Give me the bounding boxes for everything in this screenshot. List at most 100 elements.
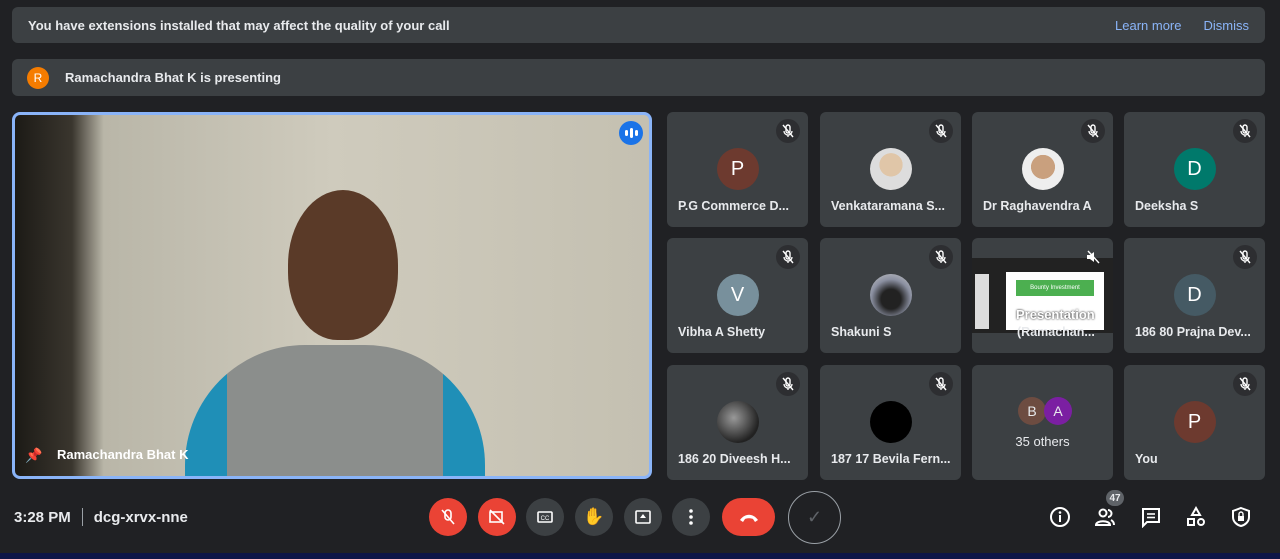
- volume-off-icon: [1087, 250, 1100, 264]
- presenter-video-figure: [185, 345, 485, 476]
- extensions-warning-banner: You have extensions installed that may a…: [12, 7, 1265, 43]
- participant-tile[interactable]: Shakuni S: [820, 238, 961, 353]
- muted-indicator: [929, 245, 953, 269]
- participant-name: Deeksha S: [1135, 199, 1199, 213]
- mic-off-icon: [935, 124, 947, 138]
- divider: [81, 508, 83, 526]
- camera-off-button[interactable]: [478, 498, 516, 536]
- mic-off-button[interactable]: [429, 498, 467, 536]
- bottom-toolbar: 3:28 PM dcg-xrvx-nne CC ✋ ✓ 47: [0, 490, 1280, 545]
- mic-off-icon: [782, 124, 794, 138]
- participant-tile[interactable]: D 186 80 Prajna Dev...: [1124, 238, 1265, 353]
- participant-tile[interactable]: Venkataramana S...: [820, 112, 961, 227]
- captions-icon: CC: [537, 511, 553, 523]
- avatar: D: [1173, 148, 1216, 190]
- info-icon: [1050, 507, 1070, 527]
- pin-icon[interactable]: 📌: [25, 447, 42, 464]
- muted-indicator: [776, 245, 800, 269]
- participant-tile[interactable]: V Vibha A Shetty: [667, 238, 808, 353]
- participant-tile[interactable]: P You: [1124, 365, 1265, 480]
- check-icon: ✓: [806, 507, 823, 527]
- speaking-indicator-icon: [619, 121, 643, 145]
- activities-icon: [1187, 506, 1205, 526]
- banner-message: You have extensions installed that may a…: [28, 17, 450, 33]
- dismiss-button[interactable]: Dismiss: [1204, 18, 1250, 33]
- grouped-avatars: BA: [1018, 397, 1072, 425]
- participant-name: You: [1135, 452, 1158, 466]
- muted-indicator: [1233, 372, 1257, 396]
- mic-off-icon: [935, 377, 947, 391]
- taskbar-strip: [0, 553, 1280, 559]
- participant-name: 186 20 Diveesh H...: [678, 452, 791, 466]
- participant-tile[interactable]: 187 17 Bevila Fern...: [820, 365, 961, 480]
- participant-name: Dr Raghavendra A: [983, 199, 1092, 213]
- mic-off-icon: [441, 509, 455, 525]
- participant-name: Venkataramana S...: [831, 199, 945, 213]
- chat-icon: [1142, 508, 1160, 528]
- extension-button[interactable]: ✓: [788, 491, 841, 544]
- avatar-photo: [869, 148, 912, 190]
- mic-off-icon: [782, 377, 794, 391]
- chat-button[interactable]: [1138, 504, 1164, 530]
- main-video[interactable]: 📌 Ramachandra Bhat K: [12, 112, 652, 479]
- avatar-photo: [1021, 148, 1064, 190]
- participant-tile[interactable]: 186 20 Diveesh H...: [667, 365, 808, 480]
- participants-count-badge: 47: [1106, 490, 1124, 506]
- learn-more-link[interactable]: Learn more: [1115, 18, 1181, 33]
- mic-off-icon: [1239, 250, 1251, 264]
- avatar: A: [1044, 397, 1072, 425]
- muted-indicator: [1233, 119, 1257, 143]
- muted-indicator: [1081, 245, 1105, 269]
- presenter-avatar: R: [27, 66, 49, 89]
- avatar: V: [716, 274, 759, 316]
- mic-off-icon: [1087, 124, 1099, 138]
- participant-tile[interactable]: B A 35 others: [972, 365, 1113, 480]
- participant-name: Ramachandra Bhat K: [57, 447, 189, 462]
- hand-icon: ✋: [583, 507, 605, 526]
- present-button[interactable]: [624, 498, 662, 536]
- meeting-details-button[interactable]: [1047, 504, 1073, 530]
- participant-name: Vibha A Shetty: [678, 325, 766, 339]
- participant-tile[interactable]: D Deeksha S: [1124, 112, 1265, 227]
- participant-name: 187 17 Bevila Fern...: [831, 452, 951, 466]
- participant-tile[interactable]: Dr Raghavendra A: [972, 112, 1113, 227]
- people-icon: [1094, 508, 1115, 526]
- camera-off-icon: [489, 509, 505, 525]
- shield-lock-icon: [1232, 506, 1250, 528]
- people-button[interactable]: [1092, 504, 1118, 530]
- svg-text:CC: CC: [541, 516, 550, 522]
- slide-button: Bounty Investment: [1016, 280, 1094, 296]
- mic-off-icon: [782, 250, 794, 264]
- avatar: B: [1018, 397, 1046, 425]
- muted-indicator: [776, 372, 800, 396]
- leave-call-button[interactable]: [722, 498, 775, 536]
- mic-off-icon: [935, 250, 947, 264]
- clock: 3:28 PM: [14, 509, 71, 526]
- presenting-text: Ramachandra Bhat K is presenting: [65, 70, 281, 85]
- presenter-head: [288, 190, 398, 340]
- presentation-label: Presentation: [1016, 307, 1095, 322]
- avatar: P: [1173, 401, 1216, 443]
- mic-off-icon: [1239, 124, 1251, 138]
- muted-indicator: [929, 119, 953, 143]
- participant-name: P.G Commerce D...: [678, 199, 789, 213]
- present-screen-icon: [635, 510, 651, 524]
- avatar: D: [1173, 274, 1216, 316]
- host-controls-button[interactable]: [1228, 504, 1254, 530]
- raise-hand-button[interactable]: ✋: [575, 498, 613, 536]
- more-options-button[interactable]: [672, 498, 710, 536]
- avatar: P: [716, 148, 759, 190]
- avatar-photo: [869, 274, 912, 316]
- meeting-code: dcg-xrvx-nne: [93, 509, 188, 526]
- participant-tile[interactable]: P P.G Commerce D...: [667, 112, 808, 227]
- participant-tile[interactable]: Bounty Investment Presentation (Ramachan..…: [972, 238, 1113, 353]
- muted-indicator: [776, 119, 800, 143]
- mic-off-icon: [1239, 377, 1251, 391]
- activities-button[interactable]: [1183, 504, 1209, 530]
- avatar-photo: [869, 401, 912, 443]
- captions-button[interactable]: CC: [526, 498, 564, 536]
- participant-name: 186 80 Prajna Dev...: [1135, 325, 1251, 339]
- muted-indicator: [1233, 245, 1257, 269]
- hangup-icon: [739, 514, 758, 522]
- muted-indicator: [1081, 119, 1105, 143]
